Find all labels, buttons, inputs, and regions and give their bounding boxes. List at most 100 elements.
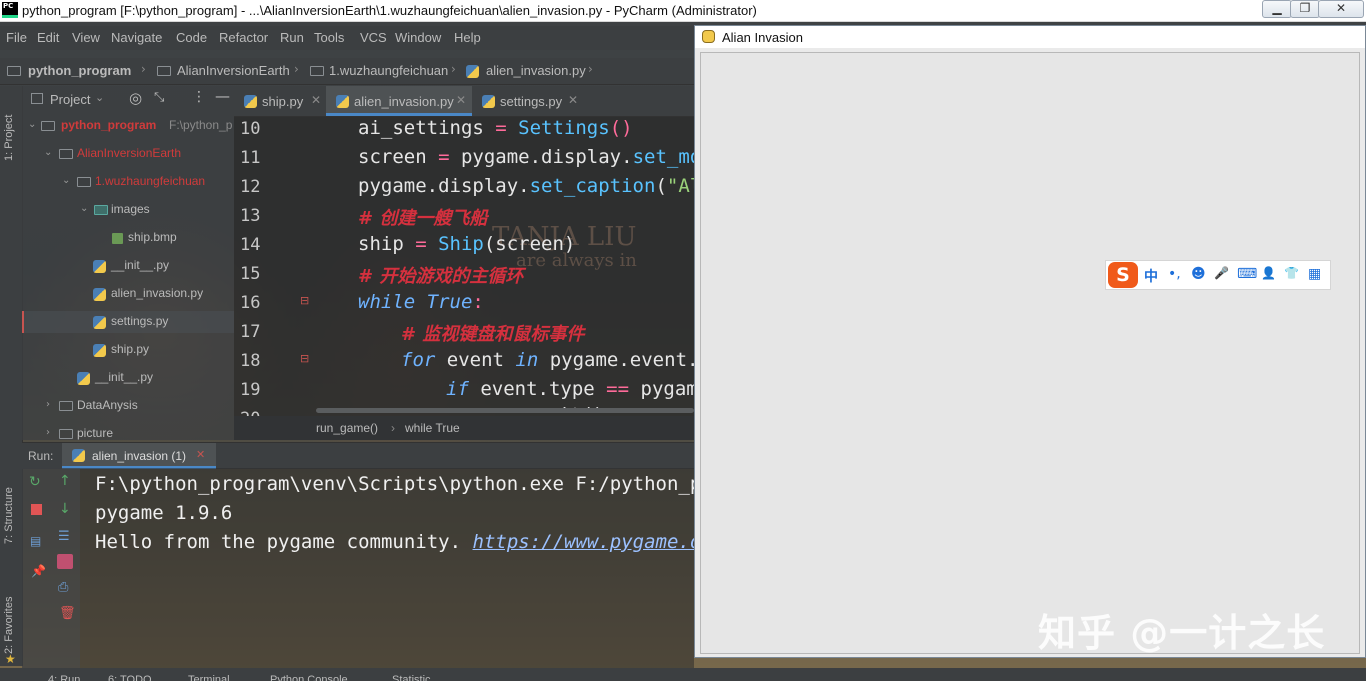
chevron-down-icon[interactable]: ⌄ [95, 91, 104, 104]
run-tab-alien-invasion[interactable]: alien_invasion (1) ✕ [62, 443, 216, 469]
tree-row-folder[interactable]: › picture [22, 423, 234, 440]
tree-row-file-selected[interactable]: settings.py [22, 311, 234, 333]
tree-row-file[interactable]: __init__.py [22, 255, 234, 277]
minimize-button[interactable]: ▁ [1262, 0, 1292, 18]
code-comment[interactable]: # 开始游戏的主循环 [358, 262, 523, 288]
pygame-link[interactable]: https://www.pygame.org [473, 531, 725, 553]
code-comment[interactable]: # 创建一艘飞船 [358, 204, 487, 230]
tab-label: settings.py [500, 94, 563, 109]
breadcrumb-folder2[interactable]: 1.wuzhaungfeichuan [329, 63, 448, 78]
tree-row-file[interactable]: ship.py [22, 339, 234, 361]
print-icon[interactable]: ⎙ [58, 580, 68, 595]
code-line[interactable]: for event in pygame.event.g [401, 349, 710, 371]
code-line[interactable]: if event.type == pygame [446, 378, 709, 400]
microphone-icon[interactable]: 🎤 [1214, 266, 1229, 280]
code-line[interactable]: ship = Ship(screen) [358, 233, 575, 255]
menu-view[interactable]: View [72, 30, 100, 45]
breadcrumb-folder1[interactable]: AlianInversionEarth [177, 63, 290, 78]
scroll-down-icon[interactable]: ↓ [59, 501, 71, 517]
code-comment[interactable]: # 监视键盘和鼠标事件 [401, 320, 584, 346]
tree-row-folder[interactable]: › DataAnysis [22, 395, 234, 417]
statistic-tool-tab[interactable]: Statistic [392, 674, 431, 681]
tree-row-folder[interactable]: ⌄ AlianInversionEarth [22, 143, 234, 165]
line-number: 15 [240, 264, 261, 284]
horizontal-scrollbar[interactable] [316, 408, 694, 413]
run-console-output[interactable]: F:\python_program\venv\Scripts\python.ex… [80, 468, 724, 668]
fold-marker-icon[interactable]: ⊟ [300, 352, 309, 365]
code-line[interactable]: pygame.display.set_caption("Ali [358, 175, 713, 197]
tab-alien-invasion-py[interactable]: alien_invasion.py ✕ [326, 86, 472, 116]
punctuation-icon[interactable]: •, [1168, 266, 1181, 282]
tab-settings-py[interactable]: settings.py ✕ [472, 86, 584, 116]
menu-edit[interactable]: Edit [37, 30, 59, 45]
more-options-icon[interactable]: ⋮ [192, 89, 206, 105]
close-tab-icon[interactable]: ✕ [456, 93, 466, 107]
menu-navigate[interactable]: Navigate [111, 30, 162, 45]
tree-row-project-root[interactable]: ⌄ python_program F:\python_p [22, 115, 234, 137]
code-line[interactable]: ai_settings = Settings() [358, 117, 633, 139]
collapse-arrow-icon[interactable]: › [46, 427, 50, 438]
close-button[interactable]: ✕ [1318, 0, 1364, 18]
tree-row-folder[interactable]: ⌄ 1.wuzhaungfeichuan [22, 171, 234, 193]
expand-arrow-icon[interactable]: ⌄ [44, 147, 52, 158]
menu-file[interactable]: File [6, 30, 27, 45]
terminal-tool-tab[interactable]: Terminal [188, 674, 230, 681]
project-view-selector[interactable]: Project [50, 92, 90, 107]
run-tool-tab[interactable]: 4: Run [48, 674, 80, 681]
collapse-arrow-icon[interactable]: › [46, 399, 50, 410]
menu-window[interactable]: Window [395, 30, 441, 45]
structure-tool-tab[interactable]: 7: Structure [3, 487, 15, 544]
chinese-mode-icon[interactable]: 中 [1144, 266, 1158, 286]
menu-refactor[interactable]: Refactor [219, 30, 268, 45]
expand-arrow-icon[interactable]: ⌄ [80, 203, 88, 214]
tab-ship-py[interactable]: ship.py ✕ [234, 86, 326, 116]
tree-row-file[interactable]: alien_invasion.py [22, 283, 234, 305]
menu-run[interactable]: Run [280, 30, 304, 45]
tree-row-file[interactable]: __init__.py [22, 367, 234, 389]
python-console-tool-tab[interactable]: Python Console [270, 674, 348, 681]
pin-icon[interactable]: 📌 [31, 564, 46, 578]
context-crumb-loop[interactable]: while True [405, 421, 460, 435]
close-tab-icon[interactable]: ✕ [196, 448, 205, 461]
scroll-to-end-icon[interactable] [57, 554, 73, 569]
toolbox-icon[interactable]: ▦ [1308, 266, 1321, 282]
scroll-up-icon[interactable]: ↑ [59, 473, 71, 489]
code-line[interactable]: screen = pygame.display.set_mod [358, 146, 713, 168]
skin-icon[interactable]: 👕 [1284, 266, 1299, 280]
expand-arrow-icon[interactable]: ⌄ [28, 119, 36, 130]
maximize-button[interactable]: ❐ [1290, 0, 1320, 18]
console-line: pygame 1.9.6 [95, 502, 233, 524]
menu-vcs[interactable]: VCS [360, 30, 387, 45]
emoji-icon[interactable]: ☻ [1191, 266, 1206, 282]
sogou-logo-icon[interactable]: S [1108, 262, 1138, 288]
alien-window-titlebar[interactable]: Alian Invasion [695, 26, 1365, 48]
code-line[interactable]: while True: [358, 291, 484, 313]
close-tab-icon[interactable]: ✕ [311, 93, 321, 107]
breadcrumb-file[interactable]: alien_invasion.py [486, 63, 586, 78]
soft-wrap-icon[interactable]: ☰ [58, 529, 70, 544]
collapse-all-icon[interactable]: ⤡ [154, 90, 164, 105]
clear-trash-icon[interactable]: 🗑 [59, 606, 76, 621]
breadcrumb-project[interactable]: python_program [28, 63, 131, 78]
rerun-icon[interactable]: ↻ [29, 474, 41, 490]
favorites-tool-tab[interactable]: 2: Favorites [3, 597, 15, 654]
hide-panel-icon[interactable]: — [215, 87, 230, 105]
tree-row-file[interactable]: ship.bmp [22, 227, 234, 249]
expand-arrow-icon[interactable]: ⌄ [62, 175, 70, 186]
window-titlebar: PC python_program [F:\python_program] - … [0, 0, 1366, 22]
menu-help[interactable]: Help [454, 30, 481, 45]
user-icon[interactable]: 👤 [1261, 266, 1276, 280]
locate-target-icon[interactable]: ◎ [129, 89, 142, 107]
layout-icon[interactable]: ▤ [30, 534, 41, 548]
todo-tool-tab[interactable]: 6: TODO [108, 674, 152, 681]
stop-icon[interactable] [31, 504, 42, 515]
menu-tools[interactable]: Tools [314, 30, 344, 45]
game-canvas[interactable] [700, 52, 1360, 654]
context-crumb-function[interactable]: run_game() [316, 421, 378, 435]
fold-marker-icon[interactable]: ⊟ [300, 294, 309, 307]
menu-code[interactable]: Code [176, 30, 207, 45]
keyboard-icon[interactable]: ⌨ [1237, 266, 1257, 282]
project-tool-tab[interactable]: 1: Project [3, 115, 15, 161]
close-tab-icon[interactable]: ✕ [568, 93, 578, 107]
tree-row-folder[interactable]: ⌄ images [22, 199, 234, 221]
